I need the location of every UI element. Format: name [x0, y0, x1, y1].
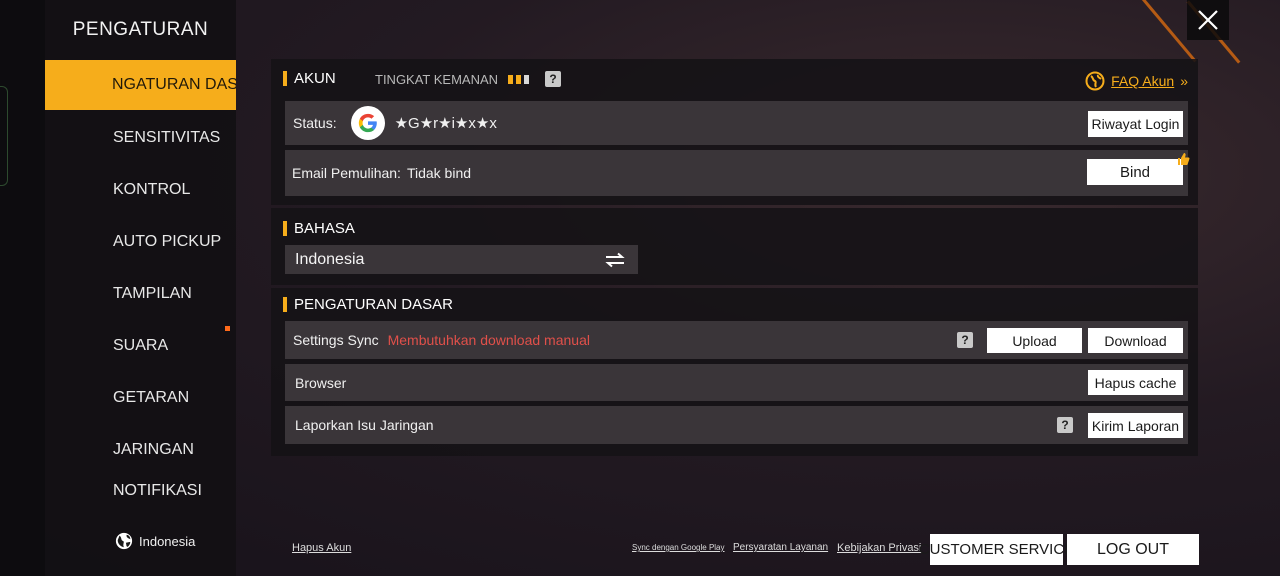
- notification-dot: [225, 326, 230, 331]
- recovery-email-row: Email Pemulihan: Tidak bind: [285, 150, 1188, 196]
- sidebar-item-sound[interactable]: SUARA: [45, 320, 236, 372]
- security-level-bars: [508, 74, 530, 84]
- bind-button[interactable]: Bind: [1087, 159, 1183, 185]
- security-level-bar: [516, 74, 522, 84]
- settings-sync-label: Settings Sync: [293, 332, 379, 348]
- section-title-text: PENGATURAN DASAR: [294, 296, 453, 313]
- close-button[interactable]: [1187, 0, 1229, 40]
- terms-of-service-link[interactable]: Persyaratan Layanan: [733, 542, 828, 553]
- logout-button[interactable]: LOG OUT: [1067, 534, 1199, 565]
- clear-cache-button[interactable]: Hapus cache: [1088, 370, 1183, 395]
- globe-icon: [115, 532, 133, 550]
- sidebar-item-network[interactable]: JARINGAN: [45, 424, 236, 476]
- section-title-text: AKUN: [294, 70, 336, 87]
- send-report-button[interactable]: Kirim Laporan: [1088, 413, 1183, 438]
- recovery-email-value: Tidak bind: [406, 165, 472, 181]
- security-level-bar: [508, 74, 514, 84]
- question-icon[interactable]: ?: [545, 71, 562, 87]
- download-button[interactable]: Download: [1088, 328, 1183, 353]
- close-icon: [1198, 10, 1218, 30]
- language-dropdown[interactable]: Indonesia: [285, 245, 638, 274]
- section-title-text: BAHASA: [294, 220, 355, 237]
- section-accent-bar: [283, 71, 287, 86]
- login-history-button[interactable]: Riwayat Login: [1088, 111, 1183, 137]
- report-network-label: Laporkan Isu Jaringan: [295, 417, 434, 433]
- recovery-email-label: Email Pemulihan:: [292, 165, 401, 181]
- customer-service-button[interactable]: CUSTOMER SERVICE: [919, 534, 1074, 565]
- browser-row: Browser: [285, 364, 1188, 401]
- status-label: Status:: [293, 115, 337, 131]
- chevron-double-right-icon: »: [1180, 73, 1188, 89]
- faq-account-link[interactable]: FAQ Akun »: [1085, 71, 1188, 91]
- globe-icon: [1085, 71, 1105, 91]
- account-section-title: AKUN: [283, 70, 336, 87]
- sidebar-item-notifications[interactable]: NOTIFIKASI: [45, 476, 236, 496]
- upload-button[interactable]: Upload: [987, 328, 1082, 353]
- question-icon[interactable]: ?: [1057, 417, 1073, 433]
- settings-sidebar: PENGATURAN NGATURAN DASA SENSITIVITAS KO…: [45, 0, 236, 576]
- security-level-label: TINGKAT KEMANAN: [375, 71, 499, 87]
- sidebar-item-controls[interactable]: KONTROL: [45, 164, 236, 216]
- google-icon: [350, 106, 385, 140]
- sidebar-item-sensitivity[interactable]: SENSITIVITAS: [45, 112, 236, 164]
- sidebar-item-display[interactable]: TAMPILAN: [45, 268, 236, 320]
- question-icon[interactable]: ?: [957, 332, 973, 348]
- sidebar-item-basic-settings[interactable]: NGATURAN DASA: [45, 60, 236, 110]
- report-network-row: Laporkan Isu Jaringan: [285, 406, 1188, 444]
- delete-account-link[interactable]: Hapus Akun: [292, 542, 351, 554]
- account-section: AKUN TINGKAT KEMANAN ? FAQ Akun » Status…: [271, 59, 1198, 205]
- swap-icon: [605, 252, 625, 267]
- basic-settings-section: PENGATURAN DASAR Settings Sync Membutuhk…: [271, 288, 1198, 456]
- screen-edge: [0, 0, 45, 576]
- security-level: TINGKAT KEMANAN ?: [375, 71, 562, 87]
- language-dropdown-value: Indonesia: [295, 250, 365, 268]
- sidebar-nav: NGATURAN DASA SENSITIVITAS KONTROL AUTO …: [45, 60, 236, 496]
- account-username: ★G★r★i★x★x: [394, 115, 497, 132]
- sidebar-item-auto-pickup[interactable]: AUTO PICKUP: [45, 216, 236, 268]
- language-section-title: BAHASA: [283, 220, 355, 237]
- security-level-bar: [524, 74, 530, 84]
- basic-settings-section-title: PENGATURAN DASAR: [283, 296, 453, 313]
- sync-google-play-link[interactable]: Sync dengan Google Play: [632, 543, 725, 552]
- section-accent-bar: [283, 297, 287, 312]
- sidebar-item-vibration[interactable]: GETARAN: [45, 372, 236, 424]
- account-status-row: Status: ★G★r★i★x★x: [285, 101, 1188, 145]
- section-accent-bar: [283, 221, 287, 236]
- language-label: Indonesia: [139, 533, 196, 549]
- faq-account-label: FAQ Akun: [1111, 73, 1175, 89]
- sidebar-title: PENGATURAN: [72, 19, 209, 40]
- settings-sync-warning: Membutuhkan download manual: [387, 332, 590, 348]
- language-selector[interactable]: Indonesia: [115, 532, 195, 550]
- browser-label: Browser: [295, 374, 347, 391]
- thumbs-up-icon: [1178, 153, 1190, 165]
- privacy-policy-link[interactable]: Kebijakan Privasi: [837, 542, 921, 554]
- screen-notch: [0, 86, 8, 186]
- language-section: BAHASA Indonesia: [271, 208, 1198, 285]
